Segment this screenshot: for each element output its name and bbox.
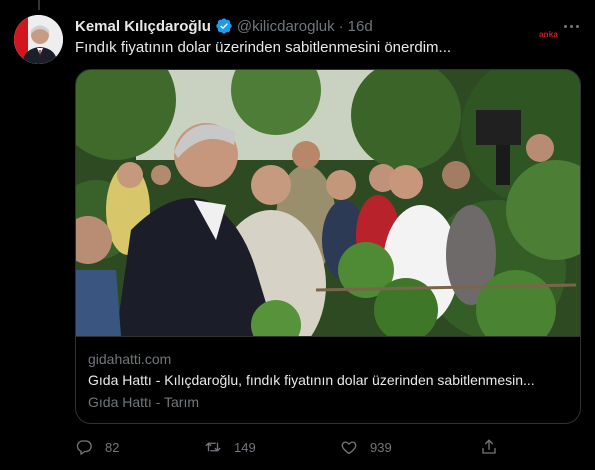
reply-count: 82: [105, 439, 120, 455]
heart-icon: [340, 438, 358, 456]
tweet-timestamp[interactable]: 16d: [348, 18, 373, 35]
retweet-icon: [204, 438, 222, 456]
author-handle[interactable]: @kilicdarogluk: [237, 18, 335, 35]
tweet-text: Fındık fiyatının dolar üzerinden sabitle…: [75, 39, 452, 56]
author-name[interactable]: Kemal Kılıçdaroğlu: [75, 18, 211, 35]
card-photo: [76, 70, 580, 336]
card-description: Gıda Hattı - Tarım: [88, 394, 199, 410]
verified-badge-icon: [215, 17, 233, 35]
tweet-actions: 82 149 939: [75, 436, 575, 458]
thread-connector-line: [38, 0, 40, 10]
reply-icon: [75, 438, 93, 456]
link-card[interactable]: gidahatti.com Gıda Hattı - Kılıçdaroğlu,…: [75, 69, 581, 424]
card-title[interactable]: Gıda Hattı - Kılıçdaroğlu, fındık fiyatı…: [88, 372, 570, 388]
avatar[interactable]: [14, 15, 63, 64]
like-button[interactable]: 939: [340, 436, 392, 458]
reply-button[interactable]: 82: [75, 436, 119, 458]
share-button[interactable]: [480, 436, 498, 458]
card-domain: gidahatti.com: [88, 351, 172, 367]
like-count: 939: [370, 439, 392, 455]
tweet-header: Kemal Kılıçdaroğlu @kilicdarogluk · 16d: [75, 16, 373, 36]
share-icon: [480, 438, 498, 456]
card-divider: [76, 336, 580, 337]
retweet-button[interactable]: 149: [204, 436, 256, 458]
separator-dot: ·: [338, 17, 344, 35]
more-icon[interactable]: [560, 16, 582, 36]
retweet-count: 149: [234, 439, 256, 455]
